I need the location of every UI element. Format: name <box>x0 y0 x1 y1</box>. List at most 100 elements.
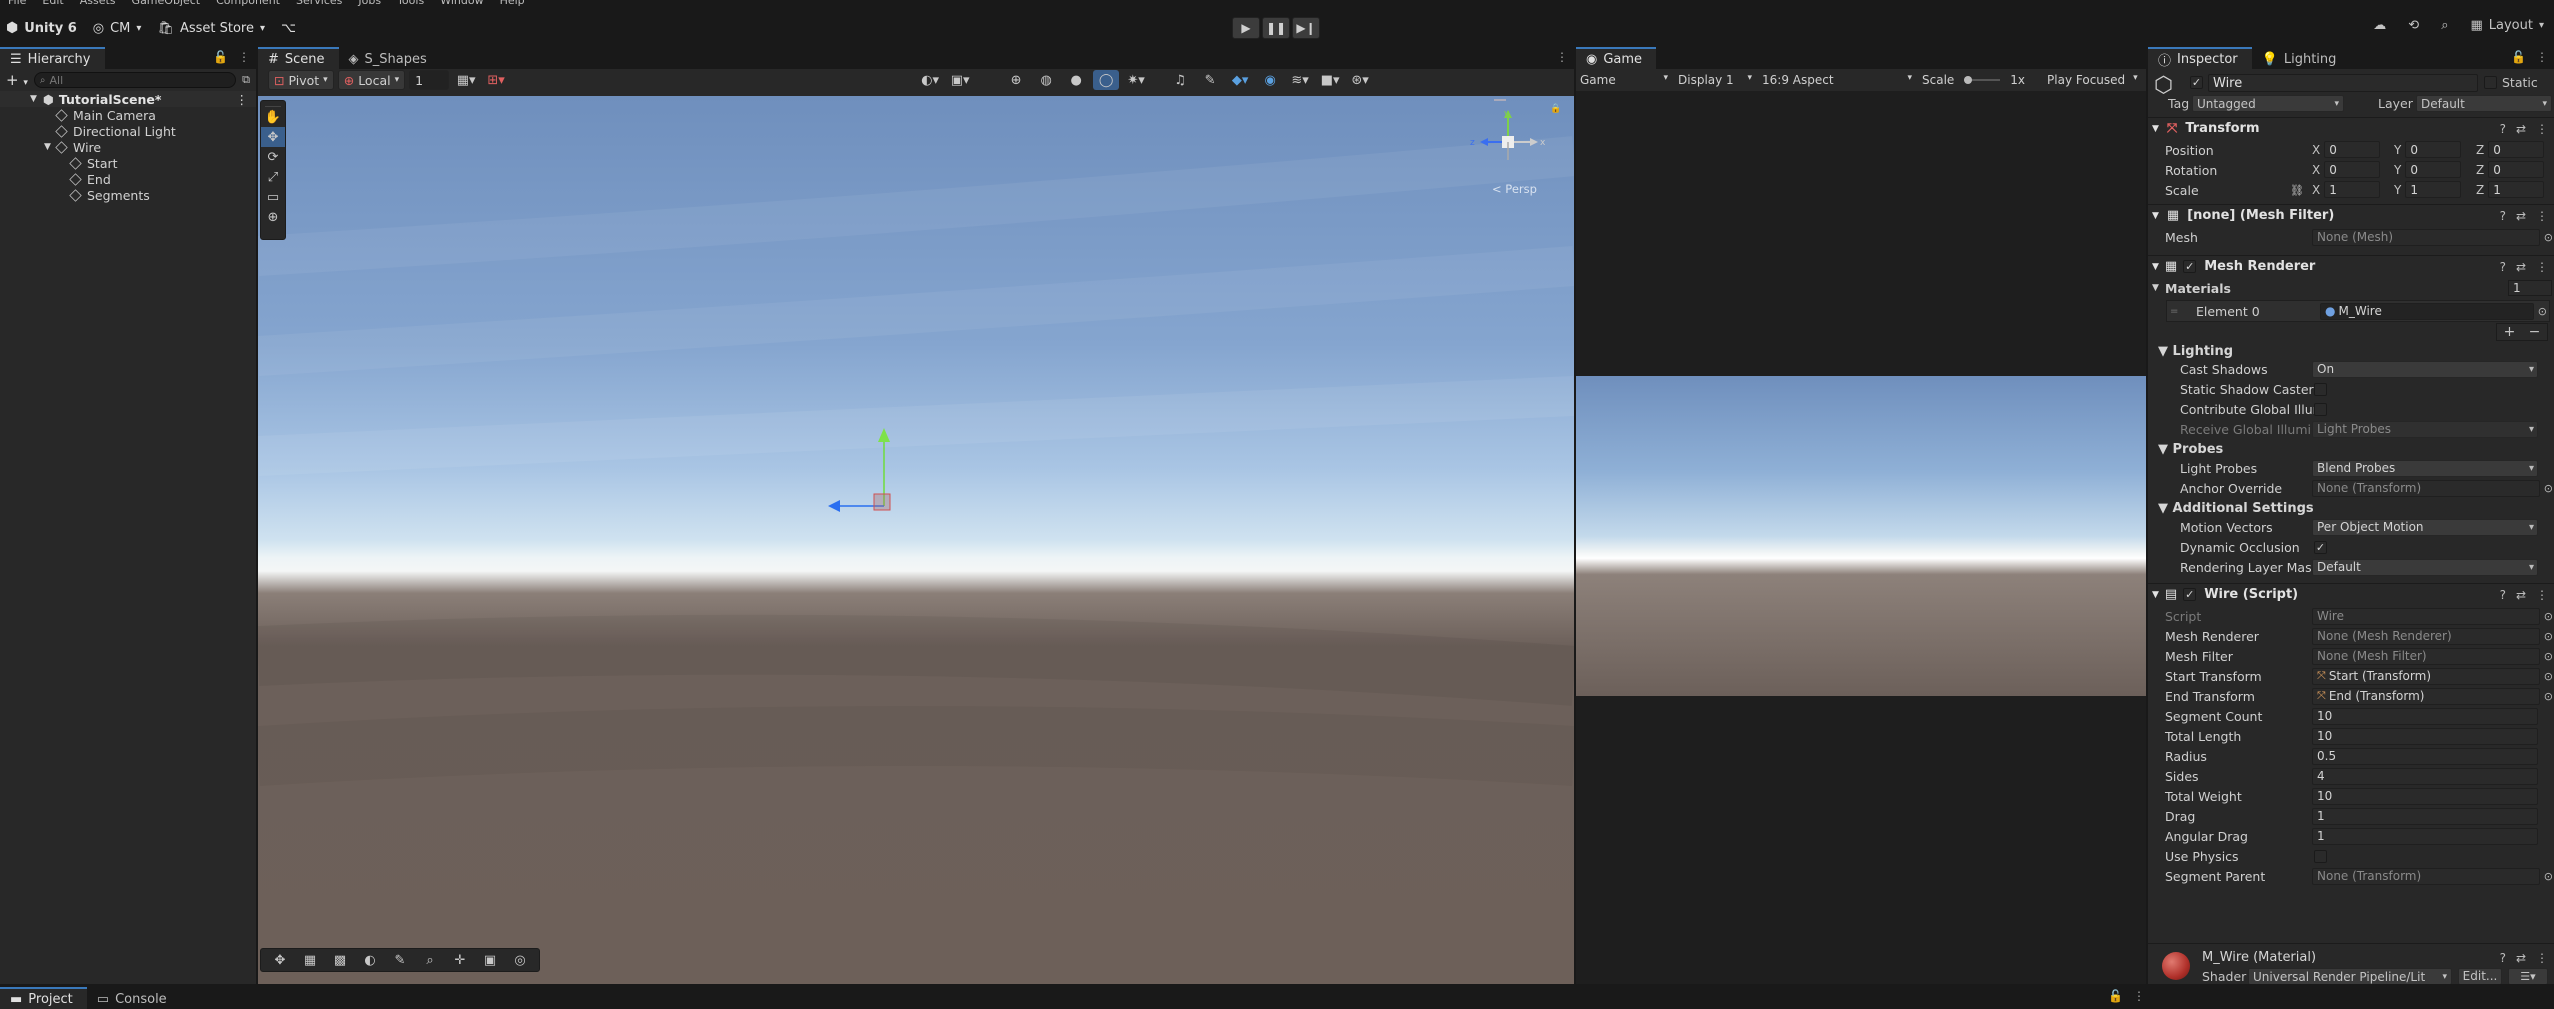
kebab-menu-icon[interactable]: ⋮ <box>2536 588 2548 602</box>
lock-icon[interactable]: 🔓 <box>213 50 228 64</box>
use-physics-checkbox[interactable] <box>2314 849 2327 863</box>
foldout-arrow-icon[interactable]: ▼ <box>2152 211 2159 221</box>
element0-field[interactable]: ● M_Wire <box>2320 302 2547 320</box>
static-checkbox[interactable] <box>2484 76 2497 89</box>
shader-dropdown[interactable]: Universal Render Pipeline/Lit ▾ <box>2248 968 2452 984</box>
scale-y-field[interactable]: 1 <box>2405 181 2462 198</box>
mesh-filter-header[interactable]: ▼ ▦ [none] (Mesh Filter) ? ⇄ ⋮ <box>2148 204 2554 226</box>
wire-field-value[interactable]: None (Transform) <box>2312 867 2553 885</box>
grid-snap-icon[interactable]: ▦▾ <box>453 70 479 90</box>
kebab-menu-icon[interactable]: ⋮ <box>236 92 249 107</box>
lock-icon[interactable]: 🔓 <box>2108 989 2123 1003</box>
add-icon[interactable]: + <box>2504 324 2516 340</box>
cloud-icon[interactable]: ☁ <box>2373 18 2386 33</box>
hierarchy-item[interactable]: Segments <box>0 187 256 203</box>
rotation-x-field[interactable]: 0 <box>2324 161 2381 178</box>
foldout-arrow-icon[interactable]: ▼ <box>2152 124 2159 134</box>
help-icon[interactable]: ? <box>2500 122 2506 136</box>
kebab-menu-icon[interactable]: ⋮ <box>2536 50 2548 64</box>
wire-field-value[interactable]: 1 <box>2312 807 2538 825</box>
asset-store-dropdown[interactable]: 🛍 Asset Store ▾ <box>157 21 265 36</box>
history-icon[interactable]: ⟲ <box>2408 18 2419 33</box>
pause-button[interactable]: ❚❚ <box>1262 17 1290 39</box>
wire-field-value[interactable]: ⤧ Start (Transform) <box>2312 667 2553 685</box>
overlay-search-icon[interactable]: ⌕ <box>417 950 443 970</box>
tab-s-shapes[interactable]: ◈ S_Shapes <box>338 47 441 69</box>
motion-vectors-dropdown[interactable]: Per Object Motion <box>2312 518 2538 536</box>
aspect-dropdown[interactable]: 16:9 Aspect ▾ <box>1762 73 1912 87</box>
shaded-icon[interactable]: ● <box>1063 70 1089 90</box>
mesh-renderer-header[interactable]: ▼ ▦ ✓ Mesh Renderer ? ⇄ ⋮ <box>2148 255 2554 277</box>
kebab-menu-icon[interactable]: ⋮ <box>238 50 250 64</box>
overlay-camera-icon[interactable]: ▣ <box>477 950 503 970</box>
cast-shadows-dropdown[interactable]: On <box>2312 360 2538 378</box>
move-plane-handle[interactable] <box>873 493 891 511</box>
add-button[interactable]: + ▾ <box>6 71 28 89</box>
fx-toggle-icon[interactable]: ✎ <box>1197 70 1223 90</box>
hierarchy-item[interactable]: Start <box>0 155 256 171</box>
view-options-icon[interactable]: ▣▾ <box>947 70 973 90</box>
scale-tool-icon[interactable]: ⤢ <box>261 167 285 187</box>
wire-field-value[interactable]: None (Mesh Filter) <box>2312 647 2553 665</box>
help-icon[interactable]: ? <box>2500 260 2506 274</box>
materials-row[interactable]: ▼ Materials 1 <box>2148 278 2554 298</box>
wireframe-icon[interactable]: ⊕ <box>1003 70 1029 90</box>
scale-z-field[interactable]: 1 <box>2488 181 2545 198</box>
menu-item[interactable]: Window <box>440 0 483 9</box>
kebab-menu-icon[interactable]: ⋮ <box>2536 260 2548 274</box>
wire-field-value[interactable]: 1 <box>2312 827 2538 845</box>
menu-item[interactable]: Help <box>500 0 525 9</box>
gizmos-icon[interactable]: ⊛▾ <box>1347 70 1373 90</box>
probes-section[interactable]: ▼ Probes <box>2158 442 2223 457</box>
overlay-target-icon[interactable]: ◎ <box>507 950 533 970</box>
layout-dropdown[interactable]: ▦ Layout ▾ <box>2470 18 2544 33</box>
menu-item[interactable]: Component <box>216 0 280 9</box>
menu-item[interactable]: Services <box>296 0 342 9</box>
drag-handle-icon[interactable]: = <box>2170 306 2178 317</box>
mesh-field[interactable]: None (Mesh) <box>2312 228 2553 246</box>
hierarchy-item[interactable]: ▼ Wire <box>0 139 256 155</box>
hierarchy-search[interactable]: ⌕ All <box>33 72 237 88</box>
overlay-pan-icon[interactable]: ✛ <box>447 950 473 970</box>
audio-toggle-icon[interactable]: ♫ <box>1167 70 1193 90</box>
filter-icon[interactable]: ⧉ <box>242 73 250 87</box>
account-dropdown[interactable]: ◎ CM ▾ <box>93 21 142 36</box>
scale-x-field[interactable]: 1 <box>2324 181 2381 198</box>
y-axis-arrow[interactable] <box>878 428 890 442</box>
projection-label[interactable]: < Persp <box>1492 182 1537 196</box>
object-name-field[interactable]: Wire <box>2208 74 2478 92</box>
link-icon[interactable]: ⛓ <box>2290 184 2304 197</box>
preset-icon[interactable]: ⇄ <box>2516 951 2526 965</box>
grid-size-field[interactable]: 1 <box>409 70 450 90</box>
menu-item[interactable]: Assets <box>80 0 116 9</box>
overlay-paint-icon[interactable]: ✎ <box>387 950 413 970</box>
shader-menu-button[interactable]: ☰▾ <box>2508 968 2548 984</box>
lighting-toggle-icon[interactable]: ✷▾ <box>1123 70 1149 90</box>
wire-field-value[interactable]: ⤧ End (Transform) <box>2312 687 2553 705</box>
overlay-snap-icon[interactable]: ▩ <box>327 950 353 970</box>
menu-item[interactable]: Jobs <box>358 0 381 9</box>
gizmo-drag-bar[interactable] <box>1494 99 1506 101</box>
overlay-sphere-icon[interactable]: ◐ <box>357 950 383 970</box>
menu-item[interactable]: Tools <box>397 0 424 9</box>
z-axis-arrow[interactable] <box>828 500 840 512</box>
static-shadow-checkbox[interactable] <box>2314 382 2327 396</box>
play-button[interactable]: ▶ <box>1232 17 1260 39</box>
position-z-field[interactable]: 0 <box>2488 141 2545 158</box>
tab-game[interactable]: ◉ Game <box>1576 47 1657 69</box>
scene-viewport[interactable]: ✋ ✥ ⟳ ⤢ ▭ ⊕ y x z 🔒 < Persp ✥ ▦ ▩ ◐ ✎ ⌕ … <box>258 96 1574 984</box>
help-icon[interactable]: ? <box>2500 588 2506 602</box>
shaded-wire-icon[interactable]: ◍ <box>1033 70 1059 90</box>
tab-lighting[interactable]: 💡 Lighting <box>2251 47 2351 69</box>
foldout-arrow-icon[interactable]: ▼ <box>2152 590 2159 600</box>
wire-field-value[interactable]: None (Mesh Renderer) <box>2312 627 2553 645</box>
help-icon[interactable]: ? <box>2500 209 2506 223</box>
kebab-menu-icon[interactable]: ⋮ <box>2536 209 2548 223</box>
version-control-button[interactable]: ⌥ <box>281 21 296 36</box>
step-button[interactable]: ▶❙ <box>1292 17 1320 39</box>
foldout-arrow-icon[interactable]: ▼ <box>2152 262 2159 272</box>
wire-script-enabled-checkbox[interactable]: ✓ <box>2183 588 2197 601</box>
overlay-grid-icon[interactable]: ▦ <box>297 950 323 970</box>
anchor-override-field[interactable]: None (Transform) <box>2312 479 2553 497</box>
hierarchy-item[interactable]: Directional Light <box>0 123 256 139</box>
